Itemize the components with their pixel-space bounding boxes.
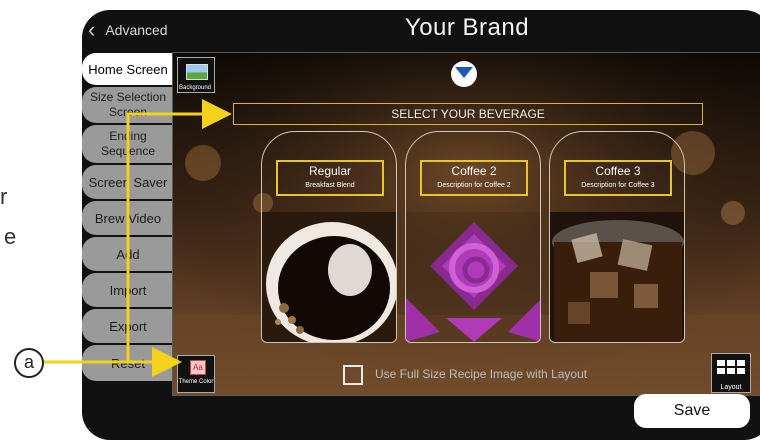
tab-size-selection-screen[interactable]: Size Selection Screen <box>82 87 174 123</box>
beverage-card-coffee-2[interactable]: Coffee 2 Description for Coffee 2 <box>405 131 541 343</box>
tab-screen-saver[interactable]: Screen Saver <box>82 165 174 199</box>
layout-button-label: Layout <box>720 384 742 391</box>
theme-color-button[interactable]: Aa Theme Color <box>177 355 215 393</box>
iced-coffee-image <box>550 212 684 342</box>
beverage-label-regular: Regular Breakfast Blend <box>276 160 384 196</box>
tab-home-screen[interactable]: Home Screen <box>82 53 174 85</box>
layout-button[interactable]: Layout <box>711 353 751 393</box>
grid-layout-icon <box>717 360 745 374</box>
select-beverage-title: SELECT YOUR BEVERAGE <box>233 103 703 125</box>
tab-add[interactable]: Add <box>82 237 174 271</box>
purple-spiral-placeholder-image <box>406 212 540 342</box>
tab-import[interactable]: Import <box>82 273 174 307</box>
top-bar: ‹ Advanced Your Brand <box>82 10 760 50</box>
full-size-image-checkbox[interactable] <box>343 365 363 385</box>
beverage-name: Coffee 2 <box>451 164 497 178</box>
tab-reset[interactable]: Reset <box>82 345 174 381</box>
background-button[interactable]: Background <box>177 57 215 93</box>
beverage-name: Coffee 3 <box>595 164 641 178</box>
callout-label-a: a <box>14 348 44 378</box>
tab-export[interactable]: Export <box>82 309 174 343</box>
beverage-description: Description for Coffee 3 <box>581 182 655 189</box>
beverage-name: Regular <box>308 164 352 178</box>
beverage-card-regular[interactable]: Regular Breakfast Blend <box>261 131 397 343</box>
stray-text-r: r <box>0 184 8 209</box>
beverage-label-coffee-2: Coffee 2 Description for Coffee 2 <box>420 160 528 196</box>
full-size-image-label: Use Full Size Recipe Image with Layout <box>375 367 588 381</box>
tab-brew-video[interactable]: Brew Video <box>82 201 174 235</box>
black-coffee-cup-image <box>262 212 396 342</box>
background-button-label: Background <box>179 85 212 91</box>
save-button[interactable]: Save <box>634 394 750 428</box>
home-screen-preview: Background SELECT YOUR BEVERAGE Regular … <box>172 52 760 396</box>
brand-logo-icon <box>451 61 477 87</box>
beverage-description: Description for Coffee 2 <box>437 182 511 189</box>
stray-text-e: e <box>4 224 17 249</box>
text-style-icon: Aa <box>190 360 206 375</box>
theme-color-label: Theme Color <box>178 379 214 385</box>
beverage-label-coffee-3: Coffee 3 Description for Coffee 3 <box>564 160 672 196</box>
device-screen: ‹ Advanced Your Brand Home Screen Size S… <box>82 10 760 440</box>
landscape-image-icon <box>186 64 208 80</box>
beverage-card-coffee-3[interactable]: Coffee 3 Description for Coffee 3 <box>549 131 685 343</box>
tab-ending-sequence[interactable]: Ending Sequence <box>82 125 174 163</box>
page-title: Your Brand <box>404 14 530 41</box>
beverage-description: Breakfast Blend <box>305 182 355 189</box>
